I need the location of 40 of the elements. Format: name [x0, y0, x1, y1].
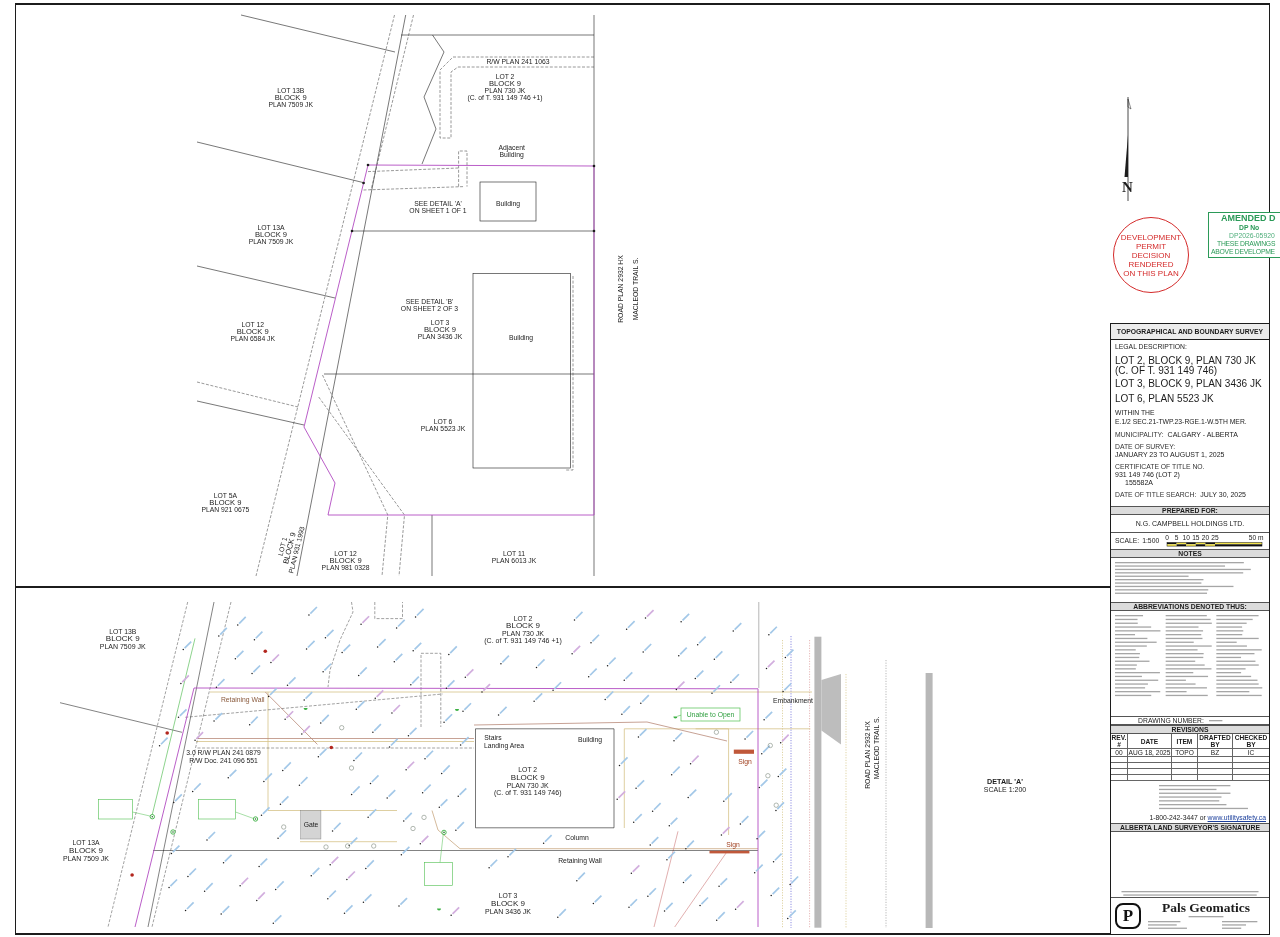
- gate-pad: [300, 810, 322, 840]
- manhole-icon: [441, 829, 447, 836]
- survey-marker-icon: [165, 731, 169, 735]
- manhole-icon: [252, 816, 259, 822]
- north-arrow-icon: [1124, 97, 1132, 201]
- ring-icon: [765, 773, 771, 779]
- valve-icon: [673, 716, 678, 719]
- leader-line: [235, 811, 254, 819]
- survey-marker-icon: [130, 873, 134, 877]
- legal-parcel-line: LOT 6, PLAN 5523 JK: [1115, 394, 1214, 404]
- ring-icon: [767, 743, 773, 748]
- callout-box: [98, 799, 133, 820]
- legal-parcel-line: LOT 3, BLOCK 9, PLAN 3436 JK: [1115, 379, 1262, 389]
- manhole-icon: [170, 829, 176, 835]
- ring-icon: [339, 725, 345, 731]
- callout-box: [198, 799, 236, 820]
- company-name: Pals Geomatics: [1161, 901, 1251, 915]
- ring-icon: [371, 843, 377, 849]
- stamp-text: DEVELOPMENT PERMIT DECISION RENDERED ON THIS PLAN: [1120, 232, 1182, 278]
- north-label: N: [1122, 179, 1133, 195]
- leader-line: [439, 834, 444, 863]
- fine-print-drawing: [1222, 921, 1258, 929]
- survey-marker-icon: [329, 745, 334, 750]
- ring-icon: [281, 824, 287, 830]
- stamp-title: AMENDED D: [1221, 213, 1276, 224]
- manhole-icon: [149, 814, 155, 820]
- legal-parcel-line: LOT 2, BLOCK 9, PLAN 730 JK: [1115, 356, 1256, 366]
- fine-print-drawing: [1148, 921, 1187, 929]
- ring-icon: [345, 843, 351, 849]
- legal-parcel-line: (C. OF T. 931 149 746): [1115, 366, 1218, 376]
- ring-icon: [323, 844, 329, 850]
- leader-line: [677, 714, 682, 717]
- survey-marker-icon: [263, 649, 268, 654]
- ring-icon: [349, 765, 354, 771]
- valve-icon: [437, 908, 441, 911]
- ring-icon: [773, 802, 779, 808]
- callout-box: [424, 862, 453, 886]
- ring-icon: [713, 729, 719, 735]
- company-logo: P: [1115, 903, 1141, 929]
- leader-line: [132, 811, 151, 817]
